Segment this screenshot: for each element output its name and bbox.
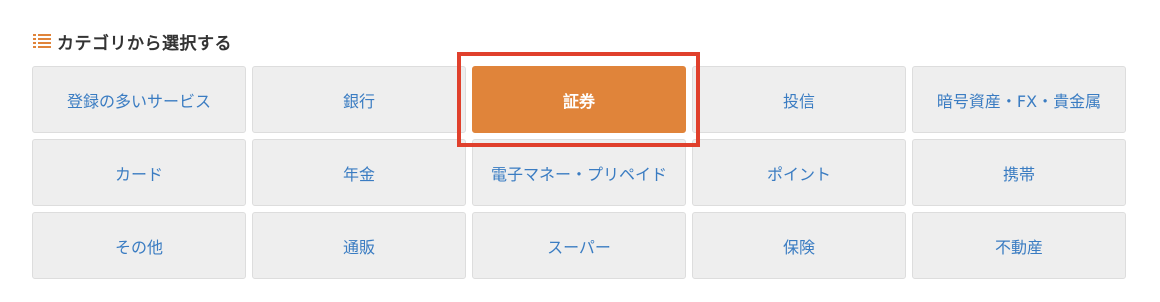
category-supermarket[interactable]: スーパー [472,212,686,279]
category-real-estate[interactable]: 不動産 [912,212,1126,279]
category-points[interactable]: ポイント [692,139,906,206]
section-title: カテゴリから選択する [57,33,232,54]
category-card[interactable]: カード [32,139,246,206]
section-header: カテゴリから選択する [33,29,232,54]
category-pension[interactable]: 年金 [252,139,466,206]
category-bank[interactable]: 銀行 [252,66,466,133]
category-online-shopping[interactable]: 通販 [252,212,466,279]
category-registered-services[interactable]: 登録の多いサービス [32,66,246,133]
category-grid: 登録の多いサービス 銀行 証券 投信 暗号資産・FX・貴金属 カード 年金 電子… [32,66,1126,279]
category-other[interactable]: その他 [32,212,246,279]
category-crypto-fx-metals[interactable]: 暗号資産・FX・貴金属 [912,66,1126,133]
category-emoney-prepaid[interactable]: 電子マネー・プリペイド [472,139,686,206]
list-icon [33,34,51,48]
category-mobile[interactable]: 携帯 [912,139,1126,206]
category-insurance[interactable]: 保険 [692,212,906,279]
category-securities[interactable]: 証券 [472,66,686,133]
category-investment-trust[interactable]: 投信 [692,66,906,133]
